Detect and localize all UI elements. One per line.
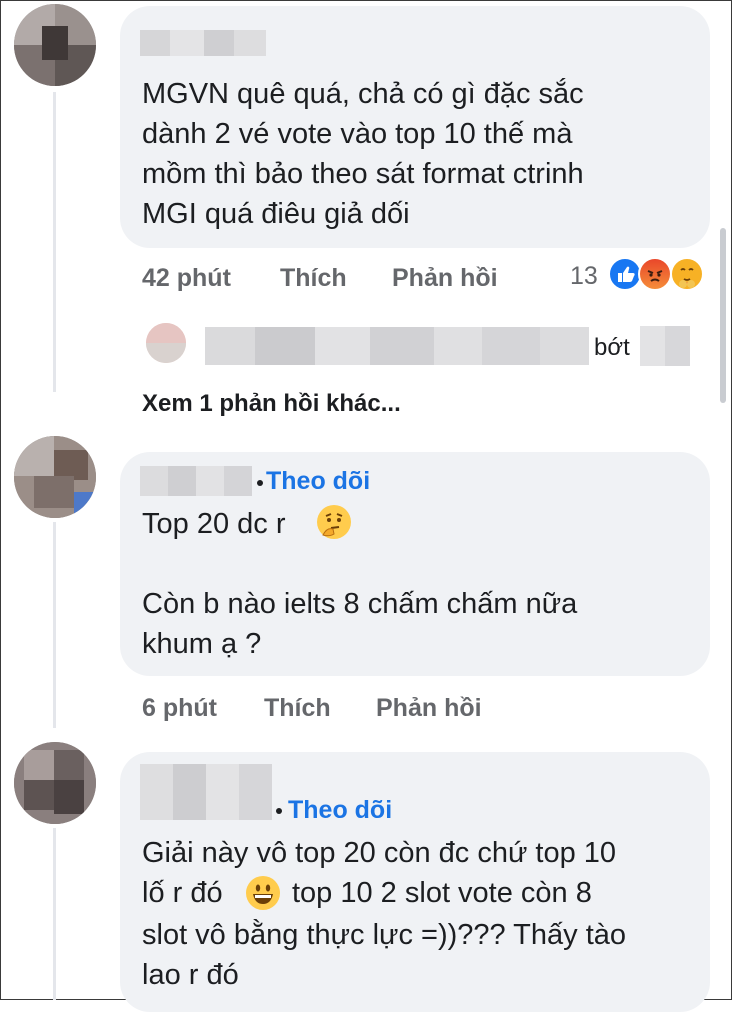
scrollbar[interactable] (720, 228, 726, 403)
avatar[interactable] (14, 742, 96, 824)
follow-button[interactable]: Theo dõi (288, 796, 392, 825)
separator-dot (276, 808, 282, 814)
reply-button[interactable]: Phản hồi (376, 694, 482, 723)
comment-text: MGVN quê quá, chả có gì đặc sắc dành 2 v… (142, 78, 584, 230)
reply-avatar[interactable] (146, 323, 186, 363)
reply-preview-tail: bớt (594, 334, 630, 361)
like-button[interactable]: Thích (280, 264, 347, 293)
comment-text: lố r đó (142, 877, 223, 909)
like-button[interactable]: Thích (264, 694, 331, 723)
like-reaction-icon (608, 257, 642, 291)
thread-line (53, 522, 56, 728)
reply-button[interactable]: Phản hồi (392, 264, 498, 293)
view-more-replies-link[interactable]: Xem 1 phản hồi khác... (142, 390, 401, 418)
comment-text: slot vô bằng thực lực =))??? Thấy tào (142, 919, 627, 951)
comment-text: Còn b nào ielts 8 chấm chấm nữa khum ạ ? (142, 588, 578, 660)
author-name-blurred[interactable] (140, 30, 266, 56)
reply-preview-blurred[interactable] (205, 327, 589, 365)
comment-text: top 10 2 slot vote còn 8 (292, 877, 592, 909)
thinking-emoji-icon (317, 505, 351, 539)
comment-time[interactable]: 6 phút (142, 694, 217, 723)
angry-reaction-icon (638, 257, 672, 291)
reaction-summary[interactable] (608, 257, 712, 293)
comment-text: lao r đó (142, 959, 239, 991)
thread-line (53, 828, 56, 1000)
author-name-blurred[interactable] (140, 764, 272, 820)
author-name-blurred[interactable] (140, 466, 252, 496)
grinning-emoji-icon (246, 876, 280, 910)
reaction-count[interactable]: 13 (570, 262, 598, 291)
avatar[interactable] (14, 436, 96, 518)
follow-button[interactable]: Theo dõi (266, 467, 370, 496)
separator-dot (257, 480, 263, 486)
thread-line (53, 92, 56, 392)
avatar[interactable] (14, 4, 96, 86)
comment-text: Giải này vô top 20 còn đc chứ top 10 (142, 837, 617, 869)
reply-preview-blurred-end (640, 326, 690, 366)
care-reaction-icon (670, 257, 704, 291)
comment-time[interactable]: 42 phút (142, 264, 231, 293)
comment-text: Top 20 dc r (142, 508, 286, 540)
